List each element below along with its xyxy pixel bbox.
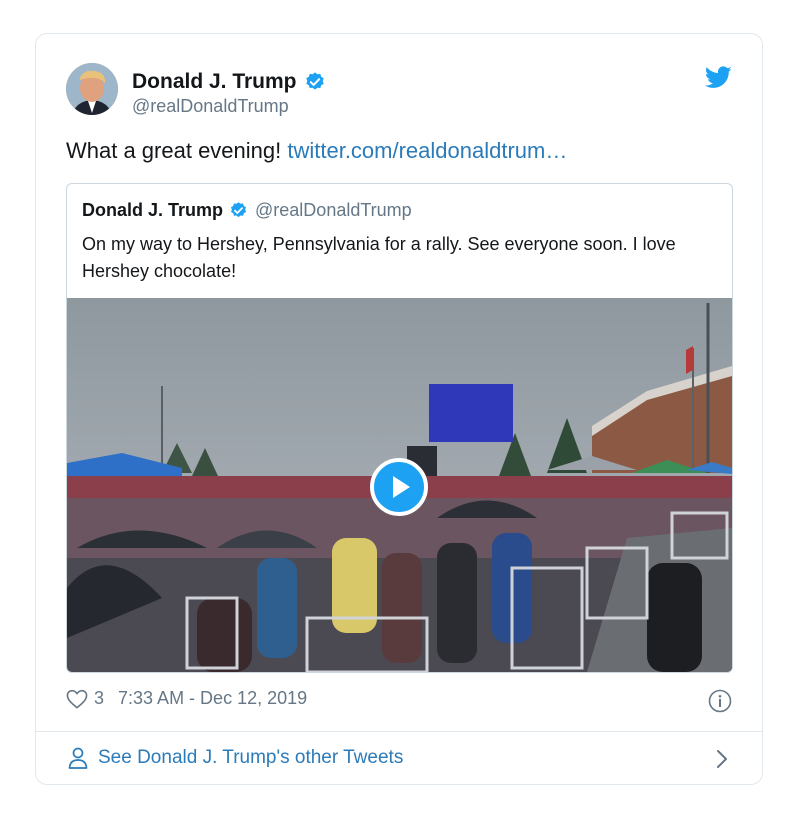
play-icon	[393, 476, 410, 498]
timestamp[interactable]: 7:33 AM - Dec 12, 2019	[118, 688, 307, 709]
chevron-right-icon	[717, 750, 727, 768]
twitter-bird-icon[interactable]	[705, 66, 732, 89]
avatar[interactable]	[66, 63, 118, 115]
verified-badge-icon	[230, 202, 247, 218]
other-tweets-label: See Donald J. Trump's other Tweets	[98, 747, 404, 768]
tweet-meta: 3 7:33 AM - Dec 12, 2019	[66, 688, 307, 709]
video-thumbnail[interactable]	[67, 298, 732, 672]
quoted-tweet[interactable]: Donald J. Trump @realDonaldTrump On my w…	[66, 183, 733, 673]
other-tweets-link[interactable]: See Donald J. Trump's other Tweets	[36, 732, 762, 785]
tweet-body: What a great evening!	[66, 138, 288, 163]
heart-icon[interactable]	[66, 689, 88, 709]
author-row: Donald J. Trump	[132, 70, 326, 94]
play-button[interactable]	[370, 458, 428, 516]
verified-badge-icon	[305, 72, 324, 90]
tweet-link[interactable]: twitter.com/realdonaldtrum…	[287, 138, 567, 163]
person-icon	[68, 747, 88, 769]
author-name[interactable]: Donald J. Trump	[132, 70, 297, 94]
embedded-tweet-card: Donald J. Trump @realDonaldTrump What a …	[35, 33, 763, 785]
info-icon[interactable]	[708, 689, 732, 713]
quoted-author-handle: @realDonaldTrump	[255, 200, 412, 220]
author-handle[interactable]: @realDonaldTrump	[132, 96, 289, 117]
like-count[interactable]: 3	[94, 688, 104, 709]
quoted-tweet-text: On my way to Hershey, Pennsylvania for a…	[82, 234, 676, 281]
tweet-text: What a great evening! twitter.com/realdo…	[66, 138, 567, 164]
quoted-author-name: Donald J. Trump	[82, 200, 224, 220]
quoted-author-row: Donald J. Trump @realDonaldTrump	[82, 200, 412, 221]
